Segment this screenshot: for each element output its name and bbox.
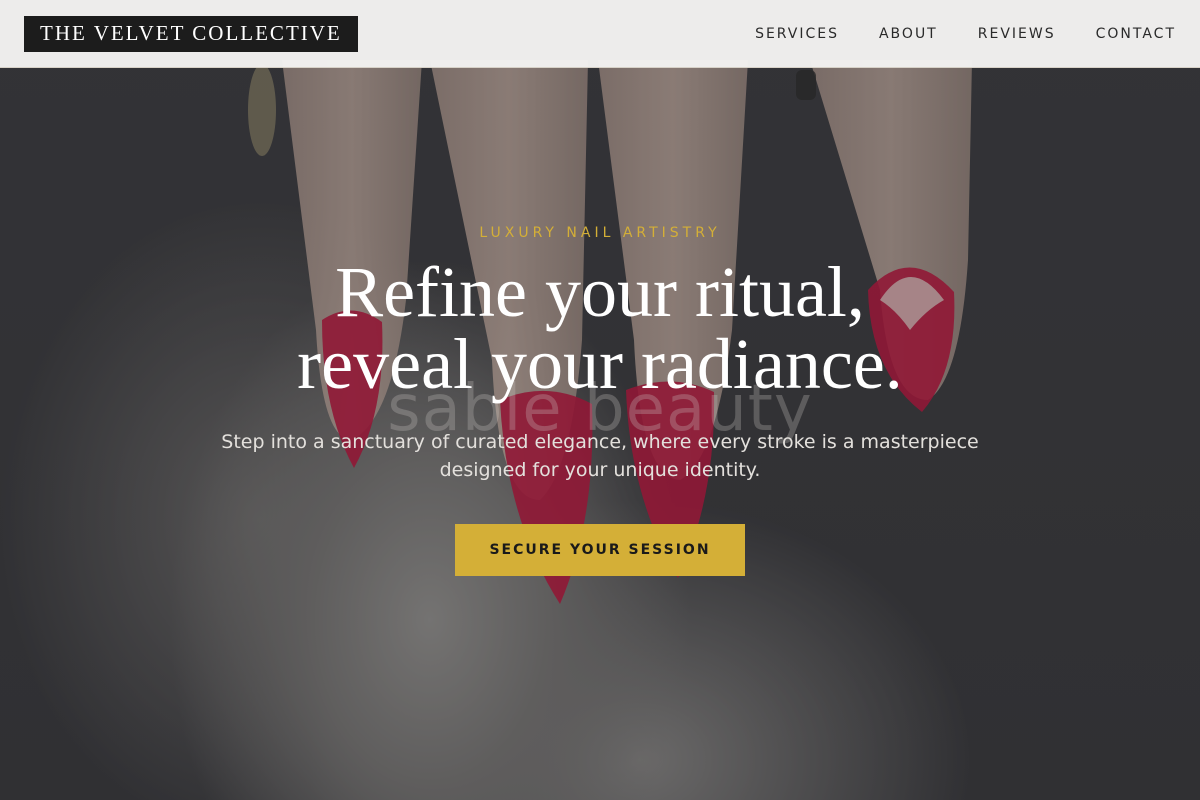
main-nav: SERVICES ABOUT REVIEWS CONTACT xyxy=(755,26,1176,42)
hero-eyebrow: LUXURY NAIL ARTISTRY xyxy=(479,225,721,241)
hero-subtext: Step into a sanctuary of curated eleganc… xyxy=(221,431,979,481)
nav-link-about[interactable]: ABOUT xyxy=(879,26,938,42)
nav-link-reviews[interactable]: REVIEWS xyxy=(978,26,1056,42)
top-navbar: THE VELVET COLLECTIVE SERVICES ABOUT REV… xyxy=(0,0,1200,68)
nav-link-services[interactable]: SERVICES xyxy=(755,26,839,42)
nav-link-contact[interactable]: CONTACT xyxy=(1096,26,1176,42)
hero-headline: Refine your ritual, reveal your radiance… xyxy=(0,256,1200,400)
secure-session-button[interactable]: SECURE YOUR SESSION xyxy=(455,524,745,576)
hero-headline-line1: Refine your ritual, xyxy=(335,252,865,332)
hero-headline-line2: reveal your radiance. xyxy=(297,324,903,404)
brand-logo[interactable]: THE VELVET COLLECTIVE xyxy=(24,15,358,52)
